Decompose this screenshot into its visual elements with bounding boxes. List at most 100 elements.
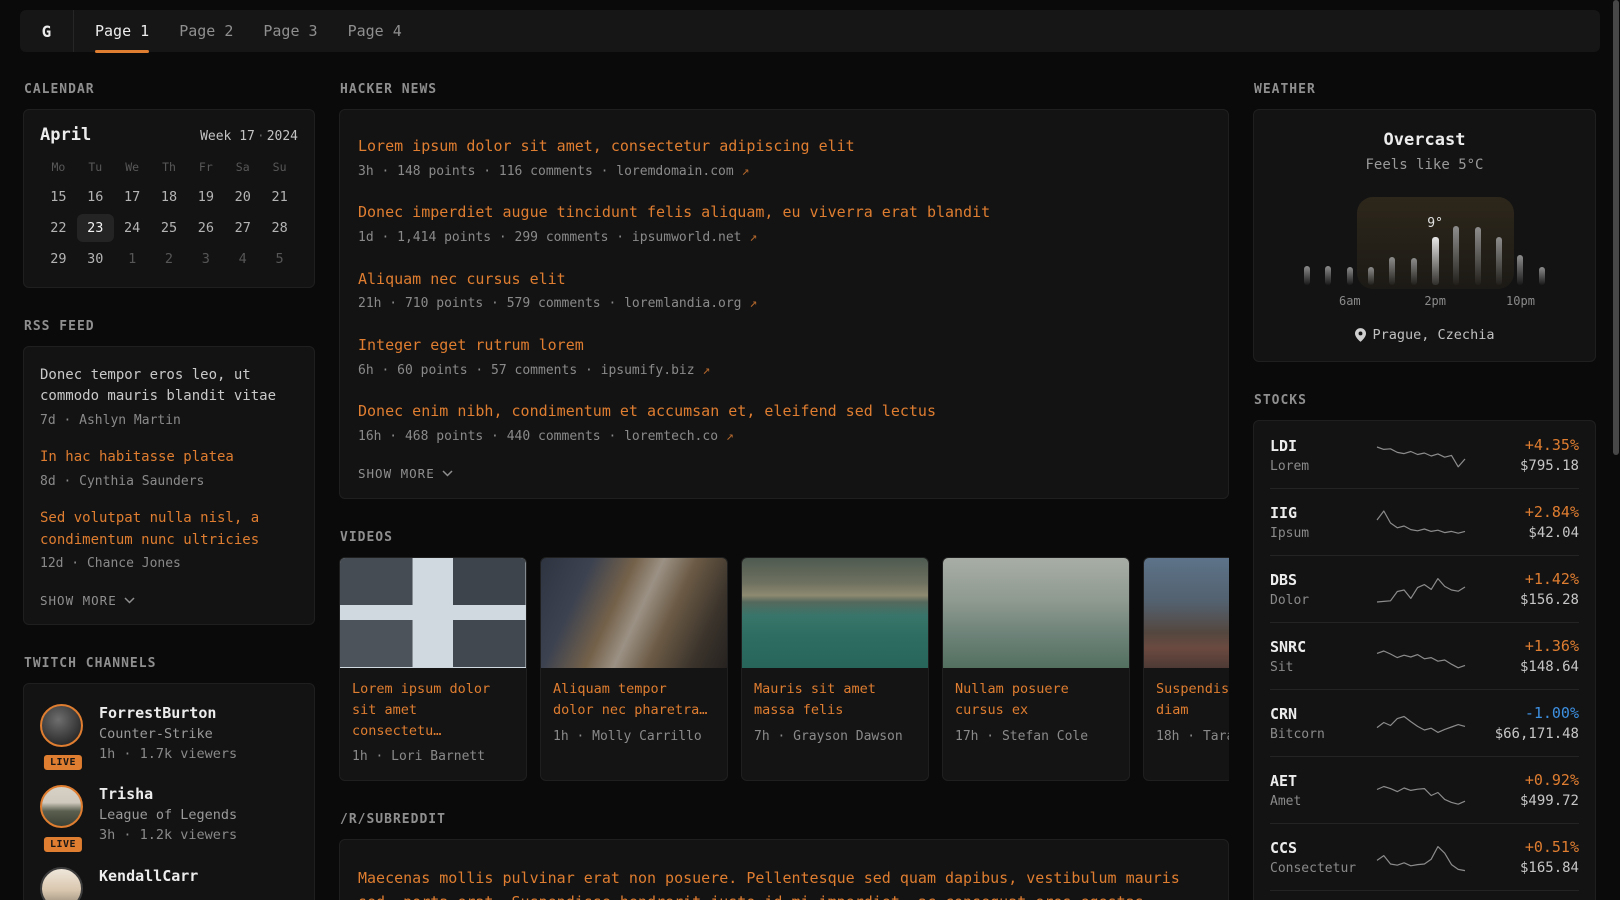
right-column: WEATHER Overcast Feels like 5°C 9° xyxy=(1253,82,1596,900)
weather-hour-slot xyxy=(1488,237,1509,285)
weather-hour-slot: 9° xyxy=(1424,237,1445,285)
stock-values: +1.42% $156.28 xyxy=(1471,570,1579,608)
calendar-dayname: We xyxy=(114,160,151,174)
hn-item: Donec enim nibh, condimentum et accumsan… xyxy=(358,400,1210,446)
rss-show-more-button[interactable]: SHOW MORE xyxy=(40,593,298,608)
twitch-channel[interactable]: KendallCarr xyxy=(40,867,298,900)
videos-section: VIDEOS Lorem ipsum dolor sit amet consec… xyxy=(339,530,1229,782)
location-pin-icon xyxy=(1355,328,1366,342)
stock-change: +0.51% xyxy=(1471,838,1579,856)
hn-item-title[interactable]: Lorem ipsum dolor sit amet, consectetur … xyxy=(358,135,1210,158)
stock-change: +2.84% xyxy=(1471,503,1579,521)
weather-section: WEATHER Overcast Feels like 5°C 9° xyxy=(1253,82,1596,362)
video-body: Nullam posuere cursus ex 17h · Stefan Co… xyxy=(943,668,1129,760)
hn-item-meta: 3h · 148 points · 116 comments · loremdo… xyxy=(358,163,1210,182)
avatar xyxy=(40,867,83,900)
channel-info: KendallCarr xyxy=(99,867,198,900)
calendar-month: April xyxy=(40,125,91,145)
weather-time-label: 2pm xyxy=(1424,294,1446,308)
weather-bar xyxy=(1368,267,1374,285)
twitch-channel[interactable]: LIVE ForrestBurton Counter-Strike 1h · 1… xyxy=(40,704,298,765)
stock-row: AHS +0.46% xyxy=(1270,890,1579,900)
stock-spark-wrap xyxy=(1370,568,1471,610)
stock-row: IIG Ipsum +2.84% $42.04 xyxy=(1270,488,1579,555)
rss-section-title: RSS FEED xyxy=(24,319,315,334)
external-link-icon[interactable]: ↗ xyxy=(742,164,750,179)
external-link-icon[interactable]: ↗ xyxy=(749,296,757,311)
tab-label: Page 1 xyxy=(95,22,149,40)
rss-item-title[interactable]: Donec tempor eros leo, ut commodo mauris… xyxy=(40,365,298,408)
tab-page-4[interactable]: Page 4 xyxy=(333,10,417,52)
app-logo[interactable]: G xyxy=(20,10,74,52)
hn-item-title[interactable]: Donec enim nibh, condimentum et accumsan… xyxy=(358,400,1210,423)
avatar xyxy=(40,785,83,828)
stock-values: +1.36% $148.64 xyxy=(1471,637,1579,675)
video-card[interactable]: Suspendisse diam 18h · Tara xyxy=(1143,557,1229,782)
calendar-dayname: Th xyxy=(151,160,188,174)
channel-name[interactable]: KendallCarr xyxy=(99,867,198,885)
subreddit-post-title[interactable]: Maecenas mollis pulvinar erat non posuer… xyxy=(358,867,1210,900)
calendar-day: 18 xyxy=(151,183,188,211)
video-meta: 18h · Tara xyxy=(1156,728,1229,747)
channel-viewers: 1h · 1.7k viewers xyxy=(99,745,237,765)
external-link-icon[interactable]: ↗ xyxy=(749,230,757,245)
channel-name[interactable]: Trisha xyxy=(99,785,237,803)
stocks-section-title: STOCKS xyxy=(1254,393,1596,408)
calendar-dayname: Mo xyxy=(40,160,77,174)
channel-game: Counter-Strike xyxy=(99,726,237,742)
calendar-day: 16 xyxy=(77,183,114,211)
tab-page-3[interactable]: Page 3 xyxy=(248,10,332,52)
stock-row: DBS Dolor +1.42% $156.28 xyxy=(1270,555,1579,622)
video-card[interactable]: Lorem ipsum dolor sit amet consectetu… 1… xyxy=(339,557,527,782)
external-link-icon[interactable]: ↗ xyxy=(702,363,710,378)
stock-ticker: CRN xyxy=(1270,705,1370,723)
calendar-section-title: CALENDAR xyxy=(24,82,315,97)
video-thumbnail xyxy=(541,558,727,668)
twitch-channel[interactable]: LIVE Trisha League of Legends 3h · 1.2k … xyxy=(40,785,298,846)
stock-id: DBS Dolor xyxy=(1270,571,1370,608)
video-title[interactable]: Nullam posuere cursus ex xyxy=(955,679,1117,721)
video-title[interactable]: Lorem ipsum dolor sit amet consectetu… xyxy=(352,679,514,742)
stock-sparkline xyxy=(1375,635,1467,677)
stock-ticker: DBS xyxy=(1270,571,1370,589)
twitch-card: LIVE ForrestBurton Counter-Strike 1h · 1… xyxy=(23,683,315,900)
video-card[interactable]: Aliquam tempor dolor nec pharetra… 1h · … xyxy=(540,557,728,782)
channel-name[interactable]: ForrestBurton xyxy=(99,704,237,722)
video-card[interactable]: Nullam posuere cursus ex 17h · Stefan Co… xyxy=(942,557,1130,782)
weather-section-title: WEATHER xyxy=(1254,82,1596,97)
tab-page-2[interactable]: Page 2 xyxy=(164,10,248,52)
hn-item-title[interactable]: Integer eget rutrum lorem xyxy=(358,334,1210,357)
stock-sparkline xyxy=(1375,568,1467,610)
rss-item-title[interactable]: Sed volutpat nulla nisl, a condimentum n… xyxy=(40,508,298,551)
page-scrollbar-thumb[interactable] xyxy=(1613,0,1619,455)
video-title[interactable]: Aliquam tempor dolor nec pharetra… xyxy=(553,679,715,721)
stock-row: AET Amet +0.92% $499.72 xyxy=(1270,756,1579,823)
video-body: Aliquam tempor dolor nec pharetra… 1h · … xyxy=(541,668,727,760)
stock-price: $148.64 xyxy=(1471,659,1579,675)
tab-label: Page 4 xyxy=(348,22,402,40)
stock-id: SNRC Sit xyxy=(1270,638,1370,675)
weather-current-bar: 9° xyxy=(1432,237,1439,285)
video-card[interactable]: Mauris sit amet massa felis 7h · Grayson… xyxy=(741,557,929,782)
stock-id: CRN Bitcorn xyxy=(1270,705,1370,742)
calendar-day: 26 xyxy=(187,214,224,242)
weather-time-label: 10pm xyxy=(1506,294,1535,308)
weather-feels-like: Feels like 5°C xyxy=(1270,157,1579,173)
tab-page-1[interactable]: Page 1 xyxy=(80,10,164,52)
calendar-day: 21 xyxy=(261,183,298,211)
tab-label: Page 3 xyxy=(263,22,317,40)
hn-item-title[interactable]: Aliquam nec cursus elit xyxy=(358,268,1210,291)
video-title[interactable]: Suspendisse diam xyxy=(1156,679,1229,721)
hn-show-more-button[interactable]: SHOW MORE xyxy=(358,466,1210,481)
stock-values: +0.92% $499.72 xyxy=(1471,771,1579,809)
calendar-day-today: 23 xyxy=(77,214,114,242)
rss-item-title[interactable]: In hac habitasse platea xyxy=(40,447,298,468)
stock-name: Dolor xyxy=(1270,593,1370,608)
weather-time-labels: 6am2pm10pm xyxy=(1297,294,1553,310)
stock-row: CCS Consectetur +0.51% $165.84 xyxy=(1270,823,1579,890)
external-link-icon[interactable]: ↗ xyxy=(726,429,734,444)
video-title[interactable]: Mauris sit amet massa felis xyxy=(754,679,916,721)
header-bar: G Page 1 Page 2 Page 3 Page 4 xyxy=(20,10,1600,52)
hn-item-meta: 1d · 1,414 points · 299 comments · ipsum… xyxy=(358,229,1210,248)
hn-item-title[interactable]: Donec imperdiet augue tincidunt felis al… xyxy=(358,201,1210,224)
